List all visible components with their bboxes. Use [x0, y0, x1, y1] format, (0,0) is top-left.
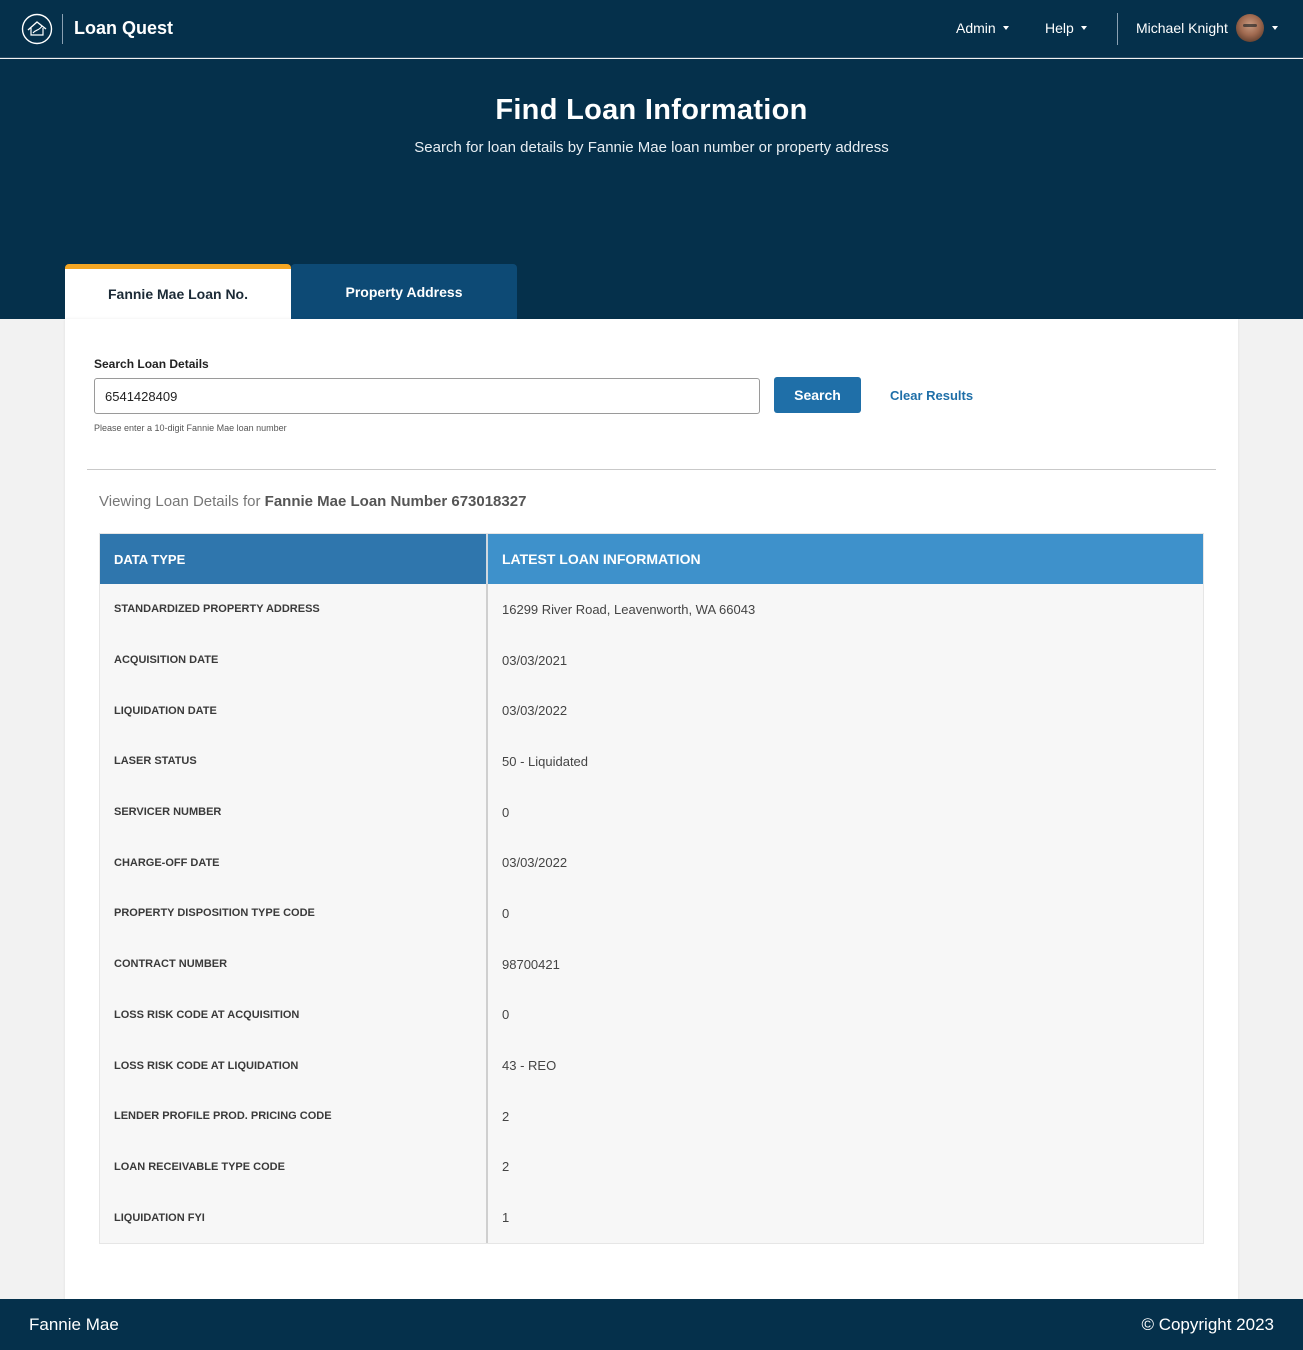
table-row: LASER STATUS 50 - Liquidated [100, 736, 1203, 787]
data-type-cell: LOSS RISK CODE AT LIQUIDATION [100, 1040, 488, 1091]
viewing-prefix: Viewing Loan Details for [99, 493, 265, 510]
loan-value-cell: 0 [502, 1007, 510, 1023]
column-header-latest-loan-information: LATEST LOAN INFORMATION [488, 534, 1203, 584]
data-type-cell: LOSS RISK CODE AT ACQUISITION [100, 989, 488, 1041]
avatar [1235, 14, 1264, 42]
data-type-cell: SERVICER NUMBER [100, 786, 488, 838]
loan-value-cell: 2 [502, 1159, 510, 1175]
loan-value-cell: 43 - REO [502, 1058, 557, 1074]
footer-copyright: © Copyright 2023 [1141, 1315, 1274, 1334]
table-row: ACQUISITION DATE 03/03/2021 [100, 634, 1203, 686]
viewing-heading: Viewing Loan Details for Fannie Mae Loan… [99, 493, 526, 510]
help-menu-label: Help [1045, 20, 1074, 36]
data-type-cell: LASER STATUS [100, 736, 488, 787]
help-menu[interactable]: Help [1045, 20, 1087, 36]
loan-value-cell: 03/03/2022 [502, 855, 568, 871]
data-type-cell: ACQUISITION DATE [100, 634, 488, 686]
viewing-subject: Fannie Mae Loan Number 673018327 [264, 493, 527, 510]
tab-fannie-mae-loan-no[interactable]: Fannie Mae Loan No. [65, 264, 291, 319]
table-header: DATA TYPE LATEST LOAN INFORMATION [100, 534, 1203, 584]
table-row: LOSS RISK CODE AT LIQUIDATION 43 - REO [100, 1040, 1203, 1091]
caret-down-icon [1271, 26, 1278, 30]
table-row: LIQUIDATION FYI 1 [100, 1192, 1203, 1243]
loan-number-input[interactable] [94, 378, 760, 414]
data-type-cell: CONTRACT NUMBER [100, 938, 488, 990]
loan-value-cell: 0 [502, 905, 510, 921]
table-row: LOSS RISK CODE AT ACQUISITION 0 [100, 989, 1203, 1041]
search-hint: Please enter a 10-digit Fannie Mae loan … [94, 423, 287, 433]
admin-menu[interactable]: Admin [956, 20, 1009, 36]
search-card: Search Loan Details Please enter a 10-di… [65, 319, 1238, 1300]
table-row: LIQUIDATION DATE 03/03/2022 [100, 685, 1203, 737]
admin-menu-label: Admin [956, 20, 996, 36]
table-row: CONTRACT NUMBER 98700421 [100, 938, 1203, 990]
user-menu[interactable]: Michael Knight [1136, 14, 1278, 42]
table-body: STANDARDIZED PROPERTY ADDRESS 16299 River… [100, 584, 1203, 1243]
data-type-cell: PROPERTY DISPOSITION TYPE CODE [100, 888, 488, 939]
data-type-cell: STANDARDIZED PROPERTY ADDRESS [100, 584, 488, 635]
search-label: Search Loan Details [94, 357, 209, 371]
table-row: SERVICER NUMBER 0 [100, 786, 1203, 838]
loan-value-cell: 03/03/2022 [502, 703, 568, 719]
footer: Fannie Mae © Copyright 2023 [0, 1299, 1303, 1350]
loan-value-cell: 03/03/2021 [502, 652, 568, 668]
data-type-cell: LOAN RECEIVABLE TYPE CODE [100, 1141, 488, 1193]
user-name: Michael Knight [1136, 20, 1228, 36]
table-row: LENDER PROFILE PROD. PRICING CODE 2 [100, 1090, 1203, 1142]
caret-down-icon [1080, 26, 1087, 30]
loan-value-cell: 98700421 [502, 956, 560, 972]
loan-value-cell: 0 [502, 804, 510, 820]
data-type-cell: LENDER PROFILE PROD. PRICING CODE [100, 1090, 488, 1142]
search-button[interactable]: Search [774, 377, 861, 413]
table-row: LOAN RECEIVABLE TYPE CODE 2 [100, 1141, 1203, 1193]
loan-value-cell: 1 [502, 1210, 510, 1226]
tab-property-address[interactable]: Property Address [291, 264, 517, 319]
caret-down-icon [1002, 26, 1009, 30]
logo-divider [62, 14, 63, 44]
footer-brand: Fannie Mae [29, 1315, 119, 1334]
page-subtitle: Search for loan details by Fannie Mae lo… [414, 139, 889, 156]
page-title: Find Loan Information [495, 94, 808, 126]
loan-details-table: DATA TYPE LATEST LOAN INFORMATION STANDA… [99, 533, 1204, 1244]
loan-value-cell: 2 [502, 1108, 510, 1124]
table-row: CHARGE-OFF DATE 03/03/2022 [100, 837, 1203, 889]
table-row: STANDARDIZED PROPERTY ADDRESS 16299 River… [100, 584, 1203, 635]
column-header-data-type: DATA TYPE [100, 534, 488, 584]
data-type-cell: LIQUIDATION DATE [100, 685, 488, 737]
table-row: PROPERTY DISPOSITION TYPE CODE 0 [100, 888, 1203, 939]
fannie-mae-logo-icon[interactable] [21, 13, 53, 45]
top-navbar: Loan Quest Admin Help Michael Knight [0, 0, 1303, 58]
data-type-cell: LIQUIDATION FYI [100, 1192, 488, 1243]
loan-value-cell: 16299 River Road, Leavenworth, WA 66043 [502, 601, 756, 617]
nav-divider [1117, 13, 1118, 45]
divider [87, 469, 1216, 470]
clear-results-link[interactable]: Clear Results [890, 388, 973, 403]
app-title[interactable]: Loan Quest [74, 18, 173, 39]
loan-value-cell: 50 - Liquidated [502, 753, 589, 769]
data-type-cell: CHARGE-OFF DATE [100, 837, 488, 889]
